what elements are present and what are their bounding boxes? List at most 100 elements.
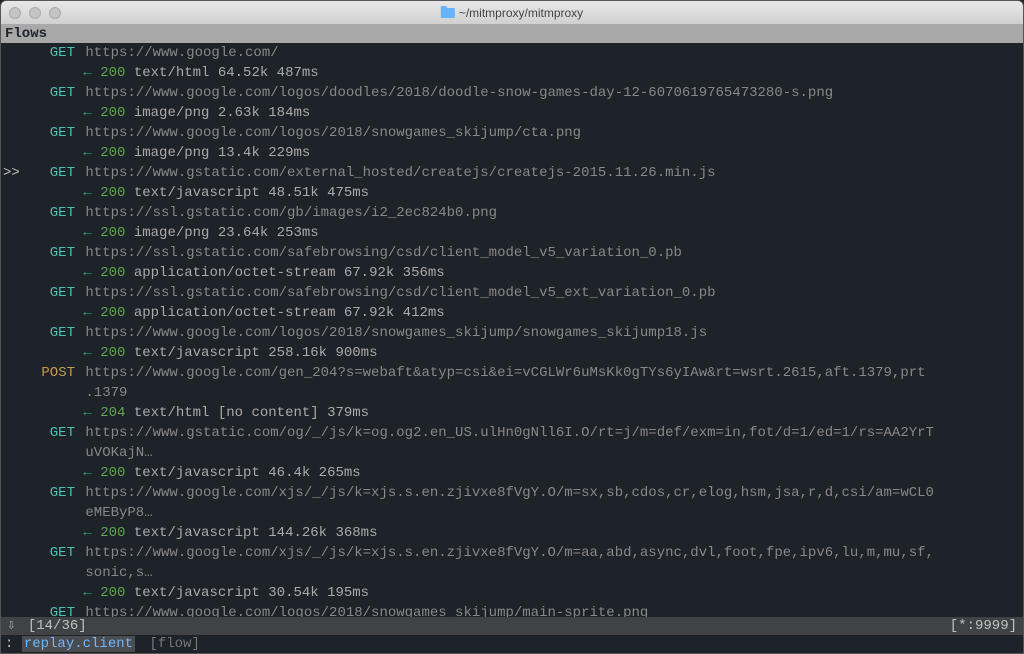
flow-row[interactable]: GET https://www.google.com/xjs/_/js/k=xj…	[1, 483, 1023, 503]
http-method: GET	[25, 543, 75, 563]
status-code: 200	[100, 303, 125, 323]
response-meta: text/javascript 144.26k 368ms	[125, 523, 377, 543]
flow-cursor: >>	[1, 163, 25, 183]
response-arrow-icon: ←	[75, 223, 100, 243]
flow-cursor	[1, 483, 25, 503]
http-method: GET	[25, 423, 75, 443]
response-arrow-icon: ←	[75, 263, 100, 283]
request-url: https://www.google.com/xjs/_/js/k=xjs.s.…	[75, 483, 934, 503]
flow-cursor	[1, 43, 25, 63]
response-arrow-icon: ←	[75, 583, 100, 603]
status-code: 200	[100, 263, 125, 283]
response-meta: text/javascript 48.51k 475ms	[125, 183, 369, 203]
scroll-down-icon: ⇩	[7, 618, 15, 634]
flow-response: ← 200 text/javascript 46.4k 265ms	[1, 463, 1023, 483]
response-meta: image/png 2.63k 184ms	[125, 103, 310, 123]
flow-row[interactable]: GET https://ssl.gstatic.com/gb/images/i2…	[1, 203, 1023, 223]
http-method: GET	[25, 43, 75, 63]
response-arrow-icon: ←	[75, 303, 100, 323]
request-url: https://www.google.com/logos/doodles/201…	[75, 83, 833, 103]
response-meta: image/png 13.4k 229ms	[125, 143, 310, 163]
request-url: https://www.google.com/logos/2018/snowga…	[75, 323, 707, 343]
request-url: https://ssl.gstatic.com/safebrowsing/csd…	[75, 243, 682, 263]
status-code: 200	[100, 143, 125, 163]
command-bar[interactable]: : replay.client [flow]	[1, 635, 1023, 653]
http-method: POST	[25, 363, 75, 383]
flow-response: ← 204 text/html [no content] 379ms	[1, 403, 1023, 423]
flow-response: ← 200 application/octet-stream 67.92k 41…	[1, 303, 1023, 323]
flow-cursor	[1, 203, 25, 223]
flow-row[interactable]: GET https://www.google.com/	[1, 43, 1023, 63]
request-url-continuation: eMEByP8…	[1, 503, 1023, 523]
flow-cursor	[1, 363, 25, 383]
response-meta: image/png 23.64k 253ms	[125, 223, 318, 243]
response-arrow-icon: ←	[75, 103, 100, 123]
response-arrow-icon: ←	[75, 183, 100, 203]
flow-response: ← 200 text/javascript 144.26k 368ms	[1, 523, 1023, 543]
flow-response: ← 200 text/javascript 48.51k 475ms	[1, 183, 1023, 203]
flow-row[interactable]: GET https://ssl.gstatic.com/safebrowsing…	[1, 243, 1023, 263]
http-method: GET	[25, 123, 75, 143]
minimize-window-button[interactable]	[29, 7, 41, 19]
request-url-continuation: uVOKajN…	[1, 443, 1023, 463]
close-window-button[interactable]	[9, 7, 21, 19]
window-title: ~/mitmproxy/mitmproxy	[459, 6, 583, 20]
status-code: 200	[100, 583, 125, 603]
flows-header: Flows	[1, 25, 1023, 43]
status-code: 200	[100, 103, 125, 123]
zoom-window-button[interactable]	[49, 7, 61, 19]
flow-row[interactable]: GET https://www.gstatic.com/og/_/js/k=og…	[1, 423, 1023, 443]
flow-row[interactable]: POST https://www.google.com/gen_204?s=we…	[1, 363, 1023, 383]
flow-cursor	[1, 543, 25, 563]
status-code: 200	[100, 523, 125, 543]
flow-row[interactable]: GET https://www.google.com/logos/doodles…	[1, 83, 1023, 103]
response-meta: text/html 64.52k 487ms	[125, 63, 318, 83]
flow-row[interactable]: GET https://ssl.gstatic.com/safebrowsing…	[1, 283, 1023, 303]
request-url: https://www.google.com/logos/2018/snowga…	[75, 123, 581, 143]
http-method: GET	[25, 323, 75, 343]
request-url: https://www.gstatic.com/external_hosted/…	[75, 163, 716, 183]
flow-row[interactable]: GET https://www.google.com/xjs/_/js/k=xj…	[1, 543, 1023, 563]
response-meta: text/html [no content] 379ms	[125, 403, 369, 423]
response-meta: text/javascript 30.54k 195ms	[125, 583, 369, 603]
flow-row[interactable]: GET https://www.google.com/logos/2018/sn…	[1, 323, 1023, 343]
flow-response: ← 200 text/javascript 30.54k 195ms	[1, 583, 1023, 603]
flow-response: ← 200 text/html 64.52k 487ms	[1, 63, 1023, 83]
flow-position: [14/36]	[28, 618, 87, 634]
flows-list[interactable]: GET https://www.google.com/ ← 200 text/h…	[1, 43, 1023, 623]
flow-response: ← 200 text/javascript 258.16k 900ms	[1, 343, 1023, 363]
response-meta: application/octet-stream 67.92k 356ms	[125, 263, 444, 283]
flow-row[interactable]: >>GET https://www.gstatic.com/external_h…	[1, 163, 1023, 183]
flow-response: ← 200 image/png 2.63k 184ms	[1, 103, 1023, 123]
command-prompt: :	[5, 636, 13, 652]
flow-response: ← 200 image/png 23.64k 253ms	[1, 223, 1023, 243]
request-url: https://www.google.com/gen_204?s=webaft&…	[75, 363, 926, 383]
window-titlebar: ~/mitmproxy/mitmproxy	[1, 1, 1023, 25]
response-meta: text/javascript 46.4k 265ms	[125, 463, 360, 483]
http-method: GET	[25, 203, 75, 223]
listen-address: [*:9999]	[950, 618, 1017, 634]
status-bar: ⇩ [14/36] [*:9999]	[1, 617, 1023, 635]
flow-response: ← 200 image/png 13.4k 229ms	[1, 143, 1023, 163]
http-method: GET	[25, 283, 75, 303]
request-url: https://www.google.com/	[75, 43, 279, 63]
request-url: https://ssl.gstatic.com/safebrowsing/csd…	[75, 283, 716, 303]
flow-cursor	[1, 423, 25, 443]
flow-cursor	[1, 323, 25, 343]
status-code: 200	[100, 343, 125, 363]
command-ghost: [flow]	[143, 636, 199, 652]
status-code: 204	[100, 403, 125, 423]
status-code: 200	[100, 223, 125, 243]
request-url-continuation: sonic,s…	[1, 563, 1023, 583]
response-arrow-icon: ←	[75, 143, 100, 163]
response-arrow-icon: ←	[75, 523, 100, 543]
flow-cursor	[1, 83, 25, 103]
http-method: GET	[25, 163, 75, 183]
status-code: 200	[100, 183, 125, 203]
command-active: replay.client	[22, 636, 135, 652]
flow-response: ← 200 application/octet-stream 67.92k 35…	[1, 263, 1023, 283]
http-method: GET	[25, 83, 75, 103]
flow-row[interactable]: GET https://www.google.com/logos/2018/sn…	[1, 123, 1023, 143]
response-meta: text/javascript 258.16k 900ms	[125, 343, 377, 363]
http-method: GET	[25, 243, 75, 263]
